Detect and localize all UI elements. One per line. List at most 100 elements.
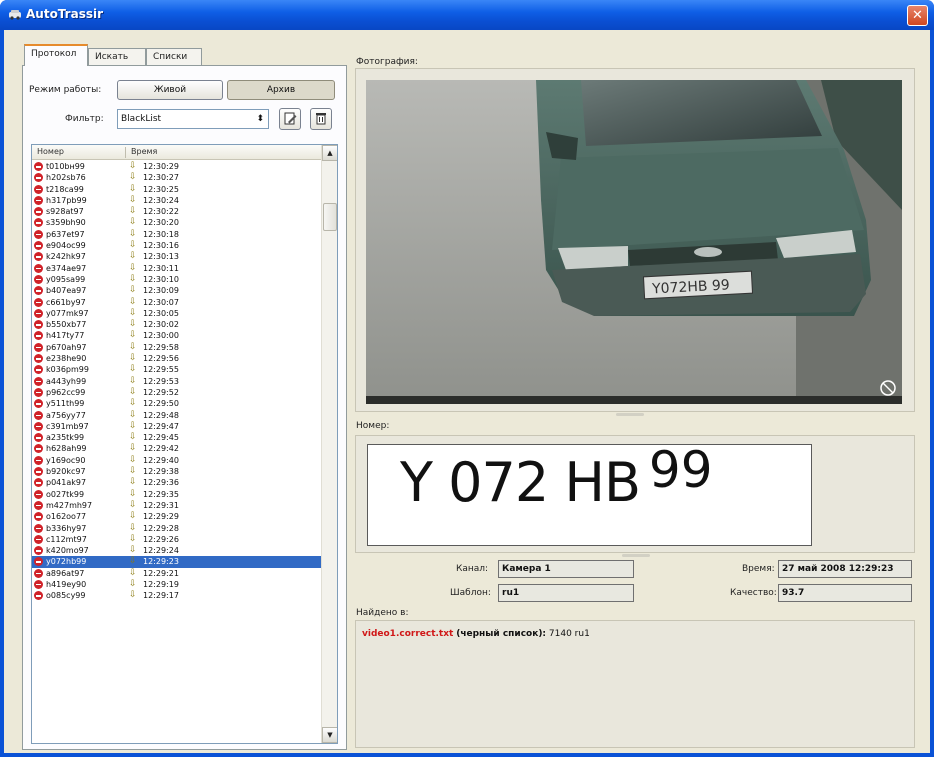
row-time: 12:29:29 (143, 512, 179, 522)
found-list-name: (черный список): (456, 629, 547, 639)
table-row[interactable]: b336hy97 ⇩ 12:29:28 (32, 523, 322, 534)
table-row[interactable]: y072hb99 ⇩ 12:29:23 (32, 556, 322, 568)
blacklist-stop-icon (34, 320, 43, 330)
row-time: 12:29:38 (143, 467, 179, 477)
row-time: 12:29:24 (143, 546, 179, 556)
table-row[interactable]: e238he90 ⇩ 12:29:56 (32, 353, 322, 364)
table-row[interactable]: y095sa99 ⇩ 12:30:10 (32, 274, 322, 285)
direction-arrow-icon: ⇩ (129, 194, 137, 205)
table-row[interactable]: a756yy77 ⇩ 12:29:48 (32, 410, 322, 421)
direction-arrow-icon: ⇩ (129, 511, 137, 522)
table-row[interactable]: b550xb77 ⇩ 12:30:02 (32, 319, 322, 330)
table-row[interactable]: t010bн99 ⇩ 12:30:29 (32, 161, 322, 172)
table-row[interactable]: p637et97 ⇩ 12:30:18 (32, 229, 322, 240)
car-photo: Y072HB 99 (366, 80, 902, 404)
table-row[interactable]: o027tk99 ⇩ 12:29:35 (32, 489, 322, 500)
recognition-list[interactable]: Номер Время t010bн99 ⇩ 12:30:29 h202sb76 ⇩ 12… (31, 144, 338, 744)
edit-filter-button[interactable] (279, 108, 301, 130)
table-row[interactable]: k420mo97 ⇩ 12:29:24 (32, 545, 322, 556)
tab-search[interactable]: Искать (88, 48, 146, 66)
delete-filter-button[interactable] (310, 108, 332, 130)
row-time: 12:30:24 (143, 195, 179, 205)
row-time: 12:29:42 (143, 444, 179, 454)
direction-arrow-icon: ⇩ (129, 409, 137, 420)
table-row[interactable]: p962cc99 ⇩ 12:29:52 (32, 387, 322, 398)
column-number-header[interactable]: Номер (37, 147, 64, 156)
table-row[interactable]: c661by97 ⇩ 12:30:07 (32, 297, 322, 308)
found-entry[interactable]: video1.correct.txt (черный список): 7140… (362, 629, 590, 639)
tab-protocol[interactable]: Протокол (24, 44, 88, 66)
found-entry-value: 7140 ru1 (548, 629, 590, 639)
blacklist-stop-icon (34, 467, 43, 477)
table-row[interactable]: y511th99 ⇩ 12:29:50 (32, 398, 322, 409)
table-row[interactable]: a443yh99 ⇩ 12:29:53 (32, 376, 322, 387)
table-row[interactable]: o085cy99 ⇩ 12:29:17 (32, 590, 322, 601)
blacklist-stop-icon (34, 331, 43, 341)
live-mode-button[interactable]: Живой (117, 80, 223, 100)
scroll-up-button[interactable]: ▲ (322, 145, 337, 161)
table-row[interactable]: h417ty77 ⇩ 12:30:00 (32, 330, 322, 341)
table-row[interactable]: a896at97 ⇩ 12:29:21 (32, 568, 322, 579)
table-row[interactable]: h317pb99 ⇩ 12:30:24 (32, 195, 322, 206)
vehicle-photo[interactable]: Y072HB 99 (366, 80, 902, 404)
table-row[interactable]: c391mb97 ⇩ 12:29:47 (32, 421, 322, 432)
scroll-thumb[interactable] (323, 203, 337, 231)
table-row[interactable]: h202sb76 ⇩ 12:30:27 (32, 172, 322, 183)
table-row[interactable]: m427mh97 ⇩ 12:29:31 (32, 500, 322, 511)
blacklist-stop-icon (34, 387, 43, 397)
blacklist-stop-icon (34, 500, 43, 510)
table-row[interactable]: b407ea97 ⇩ 12:30:09 (32, 285, 322, 296)
window-title: AutoTrassir (26, 7, 104, 21)
photo-label: Фотография: (356, 57, 418, 67)
table-row[interactable]: o162oo77 ⇩ 12:29:29 (32, 511, 322, 522)
mode-label: Режим работы: (29, 85, 102, 95)
found-file-link[interactable]: video1.correct.txt (362, 629, 453, 639)
table-row[interactable]: h628ah99 ⇩ 12:29:42 (32, 443, 322, 454)
table-row[interactable]: c112mt97 ⇩ 12:29:26 (32, 534, 322, 545)
list-scrollbar[interactable]: ▲ ▼ (321, 145, 337, 743)
row-number: t218ca99 (46, 184, 84, 194)
row-number: p670ah97 (46, 342, 87, 352)
table-row[interactable]: y169oc90 ⇩ 12:29:40 (32, 455, 322, 466)
table-row[interactable]: p041ak97 ⇩ 12:29:36 (32, 477, 322, 488)
table-row[interactable]: a235tk99 ⇩ 12:29:45 (32, 432, 322, 443)
table-row[interactable]: h419ey90 ⇩ 12:29:19 (32, 579, 322, 590)
row-number: p637et97 (46, 229, 85, 239)
close-button[interactable]: ✕ (907, 5, 928, 26)
direction-arrow-icon: ⇩ (129, 285, 137, 296)
channel-label: Канал: (456, 564, 489, 574)
blacklist-stop-icon (34, 173, 43, 183)
photo-splitter[interactable] (616, 413, 644, 416)
direction-arrow-icon: ⇩ (129, 240, 137, 251)
blacklist-stop-icon (34, 354, 43, 364)
archive-mode-button[interactable]: Архив (227, 80, 335, 100)
row-time: 12:29:21 (143, 568, 179, 578)
column-time-header[interactable]: Время (131, 147, 157, 156)
table-row[interactable]: e374ae97 ⇩ 12:30:11 (32, 263, 322, 274)
blacklist-stop-icon (34, 376, 43, 386)
table-row[interactable]: s359bh90 ⇩ 12:30:20 (32, 217, 322, 228)
row-time: 12:29:31 (143, 500, 179, 510)
number-splitter[interactable] (622, 554, 650, 557)
tab-lists[interactable]: Списки (146, 48, 202, 66)
table-row[interactable]: k036pm99 ⇩ 12:29:55 (32, 364, 322, 375)
table-row[interactable]: t218ca99 ⇩ 12:30:25 (32, 184, 322, 195)
title-bar[interactable]: AutoTrassir ✕ (0, 0, 934, 30)
table-row[interactable]: y077mk97 ⇩ 12:30:05 (32, 308, 322, 319)
filter-select[interactable]: BlackList ⬍ (117, 109, 269, 129)
table-row[interactable]: s928at97 ⇩ 12:30:22 (32, 206, 322, 217)
direction-arrow-icon: ⇩ (129, 443, 137, 454)
blacklist-stop-icon (34, 512, 43, 522)
row-time: 12:30:10 (143, 274, 179, 284)
row-number: a896at97 (46, 568, 85, 578)
table-row[interactable]: b920kc97 ⇩ 12:29:38 (32, 466, 322, 477)
scroll-down-button[interactable]: ▼ (322, 727, 337, 743)
direction-arrow-icon: ⇩ (129, 296, 137, 307)
table-row[interactable]: e904oc99 ⇩ 12:30:16 (32, 240, 322, 251)
row-number: s359bh90 (46, 218, 86, 228)
direction-arrow-icon: ⇩ (129, 217, 137, 228)
table-row[interactable]: k242hk97 ⇩ 12:30:13 (32, 251, 322, 262)
direction-arrow-icon: ⇩ (129, 522, 137, 533)
row-number: y095sa99 (46, 274, 86, 284)
table-row[interactable]: p670ah97 ⇩ 12:29:58 (32, 342, 322, 353)
